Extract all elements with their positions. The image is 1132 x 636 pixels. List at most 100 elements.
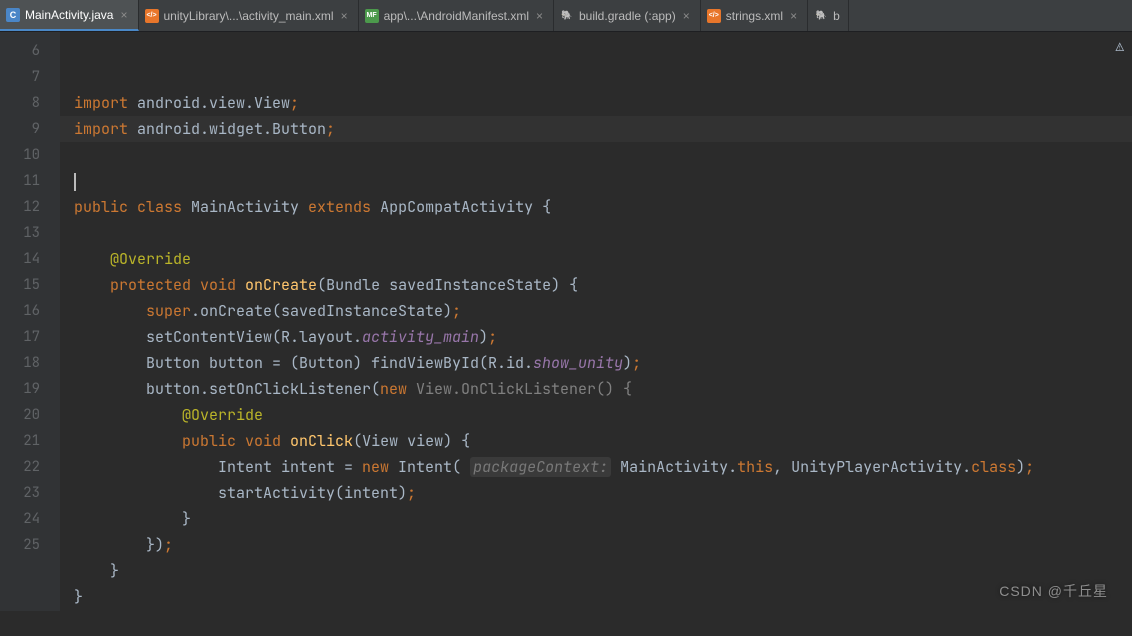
editor-tabbar: C MainActivity.java × </> unityLibrary\.… xyxy=(0,0,1132,32)
code-token: ; xyxy=(290,93,299,113)
code-token: MainActivity. xyxy=(611,457,737,477)
code-token: public xyxy=(74,197,128,217)
tab-label: app\...\AndroidManifest.xml xyxy=(384,9,529,23)
code-token: (View view) { xyxy=(353,431,470,451)
line-number: 18 xyxy=(0,350,40,376)
code-token: }) xyxy=(146,535,164,555)
code-token: @Override xyxy=(110,249,191,269)
tab-label: MainActivity.java xyxy=(25,8,113,22)
xml-file-icon: </> xyxy=(707,9,721,23)
line-number: 24 xyxy=(0,506,40,532)
tab-label: b xyxy=(833,9,840,23)
code-token: ) xyxy=(479,327,488,347)
code-token: .onCreate(savedInstanceState) xyxy=(191,301,452,321)
tab-label: unityLibrary\...\activity_main.xml xyxy=(164,9,334,23)
gradle-file-icon: 🐘 xyxy=(814,9,828,23)
tab-main-activity[interactable]: C MainActivity.java × xyxy=(0,0,139,31)
watermark: CSDN @千丘星 xyxy=(999,581,1108,601)
code-token: ; xyxy=(1025,457,1034,477)
close-icon[interactable]: × xyxy=(534,9,545,23)
tab-label: build.gradle (:app) xyxy=(579,9,676,23)
code-token: class xyxy=(128,197,191,217)
manifest-file-icon: MF xyxy=(365,9,379,23)
code-token: } xyxy=(182,509,191,529)
parameter-hint: packageContext: xyxy=(470,457,611,477)
code-token: } xyxy=(110,561,119,581)
java-class-icon: C xyxy=(6,8,20,22)
line-number: 11 xyxy=(0,168,40,194)
tab-build-gradle-app[interactable]: 🐘 build.gradle (:app) × xyxy=(554,0,701,31)
line-number: 22 xyxy=(0,454,40,480)
line-number: 25 xyxy=(0,532,40,558)
code-token: { xyxy=(533,197,551,217)
code-token: onCreate xyxy=(245,275,317,295)
code-token: void xyxy=(191,275,245,295)
code-token: new xyxy=(380,379,407,399)
line-number: 16 xyxy=(0,298,40,324)
code-token: protected xyxy=(110,275,191,295)
line-number: 17 xyxy=(0,324,40,350)
code-token: , UnityPlayerActivity. xyxy=(773,457,971,477)
tab-activity-main-xml[interactable]: </> unityLibrary\...\activity_main.xml × xyxy=(139,0,359,31)
code-token: View.OnClickListener() { xyxy=(407,379,632,399)
code-token: ) xyxy=(623,353,632,373)
code-token: class xyxy=(971,457,1016,477)
text-caret xyxy=(74,173,76,191)
code-token: ; xyxy=(407,483,416,503)
line-number: 14 xyxy=(0,246,40,272)
code-token: extends xyxy=(299,197,380,217)
code-token: AppCompatActivity xyxy=(380,197,533,217)
line-number-gutter: 6 7 8 9 10 11 12 13 14 15 16 17 18 19 20… xyxy=(0,32,60,611)
code-editor[interactable]: 6 7 8 9 10 11 12 13 14 15 16 17 18 19 20… xyxy=(0,32,1132,611)
close-icon[interactable]: × xyxy=(339,9,350,23)
code-token: button.setOnClickListener( xyxy=(146,379,380,399)
line-number: 19 xyxy=(0,376,40,402)
code-token: Button button = (Button) findViewById(R.… xyxy=(146,353,533,373)
line-number: 7 xyxy=(0,64,40,90)
code-token: startActivity(intent) xyxy=(218,483,407,503)
code-token: super xyxy=(146,301,191,321)
code-token: ) xyxy=(1016,457,1025,477)
code-token: onClick xyxy=(290,431,353,451)
gradle-file-icon: 🐘 xyxy=(560,9,574,23)
line-number: 9 xyxy=(0,116,40,142)
code-token: ; xyxy=(452,301,461,321)
code-token: import xyxy=(74,93,128,113)
close-icon[interactable]: × xyxy=(788,9,799,23)
close-icon[interactable]: × xyxy=(118,8,129,22)
tab-android-manifest[interactable]: MF app\...\AndroidManifest.xml × xyxy=(359,0,554,31)
line-number: 10 xyxy=(0,142,40,168)
code-token: setContentView(R.layout. xyxy=(146,327,362,347)
xml-file-icon: </> xyxy=(145,9,159,23)
code-area[interactable]: import android.view.View; import android… xyxy=(60,32,1132,611)
code-token: android.widget.Button xyxy=(128,119,326,139)
line-number: 6 xyxy=(0,38,40,64)
code-token: activity_main xyxy=(362,327,479,347)
tab-strings-xml[interactable]: </> strings.xml × xyxy=(701,0,808,31)
code-token: android.view.View xyxy=(128,93,290,113)
code-token: void xyxy=(236,431,290,451)
line-number: 8 xyxy=(0,90,40,116)
code-token: public xyxy=(182,431,236,451)
code-token: ; xyxy=(326,119,335,139)
code-token: @Override xyxy=(182,405,263,425)
code-token: ; xyxy=(164,535,173,555)
code-token: this xyxy=(737,457,773,477)
tab-overflow[interactable]: 🐘 b xyxy=(808,0,849,31)
code-token: import xyxy=(74,119,128,139)
line-number: 15 xyxy=(0,272,40,298)
warning-icon[interactable]: ⚠ xyxy=(1116,38,1124,56)
code-token: } xyxy=(74,587,83,607)
line-number: 13 xyxy=(0,220,40,246)
code-token: ; xyxy=(488,327,497,347)
line-number: 21 xyxy=(0,428,40,454)
code-token: (Bundle savedInstanceState) { xyxy=(317,275,578,295)
line-number: 12 xyxy=(0,194,40,220)
code-token: Intent intent = xyxy=(218,457,362,477)
tab-label: strings.xml xyxy=(726,9,783,23)
line-number: 20 xyxy=(0,402,40,428)
code-token: ; xyxy=(632,353,641,373)
code-token: show_unity xyxy=(533,353,623,373)
close-icon[interactable]: × xyxy=(681,9,692,23)
code-token: MainActivity xyxy=(191,197,299,217)
